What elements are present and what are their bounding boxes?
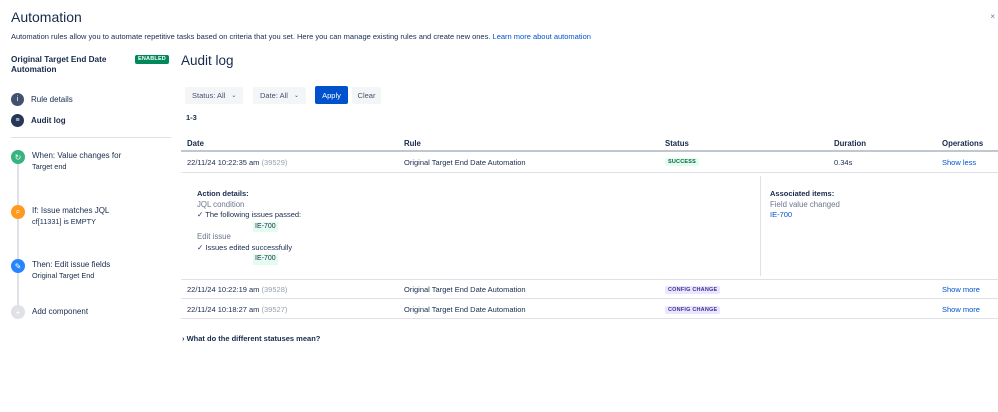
condition-icon: ⌕ <box>11 205 25 219</box>
row-date-value: 22/11/24 10:22:19 am <box>187 285 260 294</box>
row-divider <box>181 172 998 173</box>
row-date-value: 22/11/24 10:18:27 am <box>187 305 260 314</box>
flow-connector <box>17 160 19 308</box>
issue-key: IE-700 <box>253 221 278 232</box>
row-duration: 0.34s <box>834 158 853 167</box>
row-date: 22/11/24 10:22:35 am (39529) <box>187 158 287 167</box>
component-title: When: Value changes for <box>32 151 122 160</box>
column-header-duration: Duration <box>834 139 867 148</box>
sidebar-item-audit-log[interactable]: ≡ Audit log <box>11 114 66 127</box>
info-icon: i <box>11 93 24 106</box>
column-header-operations: Operations <box>942 139 984 148</box>
status-lozenge: CONFIG CHANGE <box>665 286 721 294</box>
row-divider <box>181 298 998 299</box>
intro-description: Automation rules allow you to automate r… <box>11 32 491 41</box>
jql-result: ✓ The following issues passed: <box>197 210 301 221</box>
row-divider <box>181 279 998 280</box>
result-range: 1-3 <box>186 113 197 122</box>
component-detail: Target end <box>32 162 67 171</box>
show-less-link[interactable]: Show less <box>942 158 976 167</box>
sidebar-item-rule-details[interactable]: i Rule details <box>11 93 73 106</box>
issue-key: IE-700 <box>253 254 278 265</box>
action-icon: ✎ <box>11 259 25 273</box>
component-trigger[interactable]: ↻ When: Value changes for Target end <box>11 150 121 172</box>
sidebar-item-label: Rule details <box>31 95 73 104</box>
column-header-rule: Rule <box>404 139 421 148</box>
edit-result: ✓ Issues edited successfully <box>197 243 301 254</box>
row-id: (39529) <box>261 158 288 167</box>
add-component-label: Add component <box>32 307 89 316</box>
status-help-label: What do the different statuses mean? <box>186 334 321 343</box>
row-divider <box>181 318 998 319</box>
check-icon: ✓ <box>197 242 204 252</box>
component-detail: cf[11331] is EMPTY <box>32 217 96 226</box>
audit-log-title: Audit log <box>181 53 234 68</box>
page-title: Automation <box>11 9 82 25</box>
trigger-icon: ↻ <box>11 150 25 164</box>
status-filter-label: Status: All <box>192 91 226 100</box>
action-details-heading: Action details: <box>197 189 249 198</box>
intro-text: Automation rules allow you to automate r… <box>11 32 591 41</box>
row-rule: Original Target End Date Automation <box>404 158 526 167</box>
edit-issue-label: Edit issue <box>197 232 231 241</box>
action-details: Action details: JQL condition ✓ The foll… <box>197 189 301 265</box>
jql-condition-label: JQL condition <box>197 199 245 209</box>
details-divider <box>760 176 761 276</box>
add-component-button[interactable]: + Add component <box>11 305 88 319</box>
associated-items-heading: Associated items: <box>770 189 835 198</box>
component-action[interactable]: ✎ Then: Edit issue fields Original Targe… <box>11 259 110 281</box>
learn-more-link[interactable]: Learn more about automation <box>493 32 591 41</box>
clear-button[interactable]: Clear <box>352 87 381 104</box>
chevron-down-icon: ⌄ <box>293 93 299 99</box>
row-rule: Original Target End Date Automation <box>404 285 526 294</box>
apply-button[interactable]: Apply <box>315 86 348 104</box>
table-header-divider <box>181 150 998 152</box>
sidebar-divider <box>11 137 171 138</box>
edit-result-text: Issues edited successfully <box>205 242 293 252</box>
add-icon: + <box>11 305 25 319</box>
row-id: (39527) <box>261 305 288 314</box>
status-lozenge: SUCCESS <box>665 158 699 166</box>
row-date-value: 22/11/24 10:22:35 am <box>187 158 260 167</box>
show-more-link[interactable]: Show more <box>942 285 980 294</box>
status-lozenge: CONFIG CHANGE <box>665 306 721 314</box>
row-date: 22/11/24 10:18:27 am (39527) <box>187 305 287 314</box>
field-value-changed-label: Field value changed <box>770 199 840 209</box>
chevron-right-icon: › <box>182 334 185 343</box>
show-more-link[interactable]: Show more <box>942 305 980 314</box>
component-title: If: Issue matches JQL <box>32 206 110 215</box>
column-header-status: Status <box>665 139 689 148</box>
associated-items: Associated items: Field value changed IE… <box>770 189 840 221</box>
rule-name: Original Target End Date Automation <box>11 55 107 74</box>
sidebar-item-label: Audit log <box>31 116 66 125</box>
close-icon[interactable]: × <box>990 12 995 21</box>
status-badge[interactable]: ENABLED <box>135 55 169 64</box>
check-icon: ✓ <box>197 210 204 219</box>
row-rule: Original Target End Date Automation <box>404 305 526 314</box>
status-filter[interactable]: Status: All ⌄ <box>185 87 244 104</box>
jql-result-text: The following issues passed: <box>205 210 302 219</box>
issue-link[interactable]: IE-700 <box>770 210 840 221</box>
component-condition[interactable]: ⌕ If: Issue matches JQL cf[11331] is EMP… <box>11 205 109 227</box>
component-title: Then: Edit issue fields <box>32 260 111 269</box>
status-help-toggle[interactable]: › What do the different statuses mean? <box>182 334 320 343</box>
audit-log-icon: ≡ <box>11 114 24 127</box>
component-detail: Original Target End <box>32 271 95 280</box>
date-filter-label: Date: All <box>260 91 288 100</box>
date-filter[interactable]: Date: All ⌄ <box>253 87 306 104</box>
row-id: (39528) <box>261 285 288 294</box>
chevron-down-icon: ⌄ <box>231 93 237 99</box>
column-header-date: Date <box>187 139 204 148</box>
row-date: 22/11/24 10:22:19 am (39528) <box>187 285 287 294</box>
